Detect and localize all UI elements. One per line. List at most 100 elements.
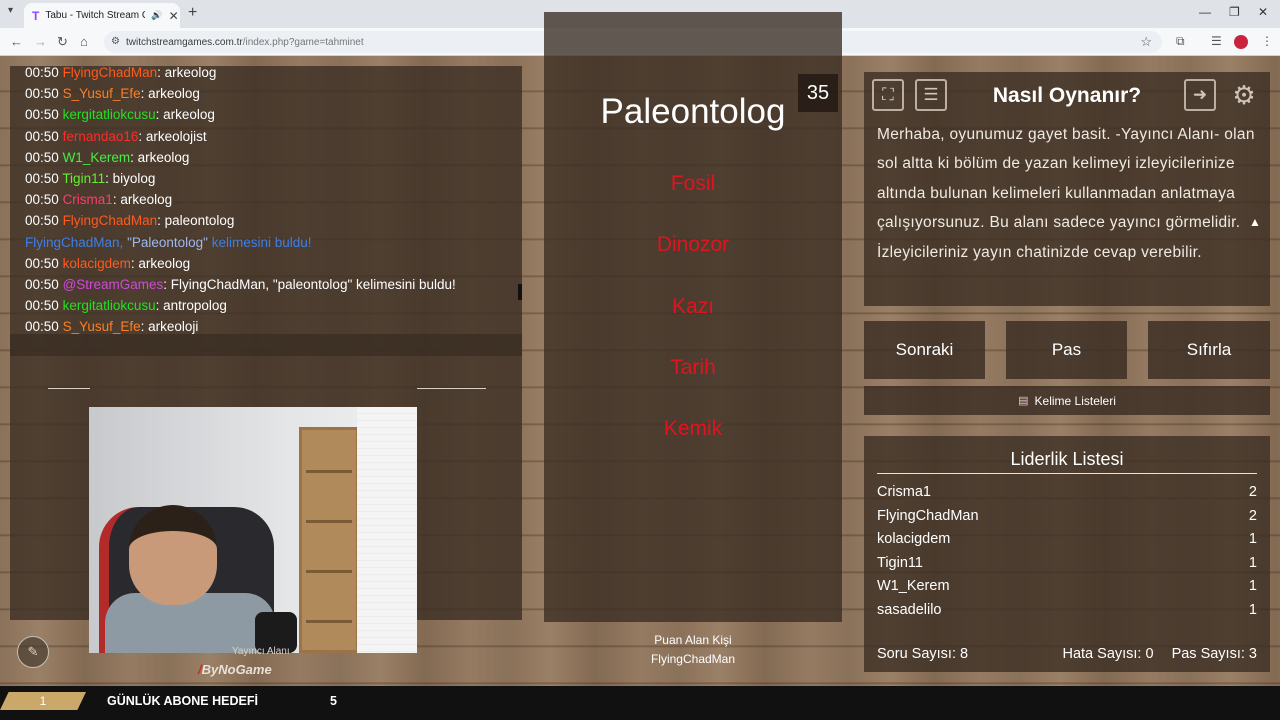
streamer-area-caption: Yayıncı Alanı [232,646,290,657]
profile-icon[interactable] [1234,35,1248,49]
notebook-icon: ▤ [1018,395,1029,407]
bookshelf [299,427,359,653]
pass-button[interactable]: Pas [1006,321,1127,379]
chat-username: @StreamGames [62,276,164,292]
target-word: Paleontolog [600,92,786,131]
new-tab-icon[interactable]: + [188,4,197,22]
chat-username: fernandao16 [62,128,139,144]
tab-search-icon[interactable]: ▾ [8,5,13,16]
chat-message: 00:50 kergitatliokcusu: antropolog [25,298,227,314]
tab-favicon-icon: T [32,8,40,23]
exit-icon[interactable]: ➜ [1184,79,1216,111]
url-path: /index.php?game=tahminet [242,36,364,48]
chat-message: 00:50 W1_Kerem: arkeolog [25,149,190,165]
browser-tab[interactable]: T Tabu - Twitch Stream Game 🔊 ✕ [24,3,180,28]
leaderboard-score: 1 [1248,554,1257,571]
audio-icon[interactable]: 🔊 [151,10,162,21]
leaderboard-name: W1_Kerem [877,578,950,595]
scorer-name: FlyingChadMan [650,652,736,666]
fullscreen-icon[interactable]: ⛶ [872,79,904,111]
url-domain: twitchstreamgames.com.tr [126,36,243,48]
chat-message: 00:50 fernandao16: arkeolojist [25,128,207,144]
chat-message: 00:50 FlyingChadMan: arkeolog [25,66,217,80]
leaderboard-name: kolacigdem [877,531,951,548]
leaderboard-row: Tigin11 1 [877,555,1257,578]
forbidden-word: Fosil [670,172,716,195]
leaderboard-title: Liderlik Listesi [1010,449,1124,469]
gear-icon[interactable]: ⚙ [1228,79,1260,111]
question-count: Soru Sayısı: 8 [877,646,969,662]
back-icon[interactable]: ← [10,34,23,49]
reload-icon[interactable]: ↻ [57,34,68,50]
site-info-icon[interactable]: ⚙ [111,36,120,47]
leaderboard-score: 1 [1248,602,1257,618]
reading-list-icon[interactable]: ☰ [1211,34,1222,48]
leaderboard-divider [877,473,1257,474]
chat-username: FlyingChadMan [62,213,158,229]
chat-system-message: FlyingChadMan, "Paleontolog" kelimesini … [25,234,312,250]
leaderboard-score: 1 [1248,578,1257,595]
leaderboard-name: FlyingChadMan [877,507,979,524]
bynogame-logo: /ByNoGame [198,662,272,677]
webcam-feed [89,407,417,653]
chat-message: 00:50 S_Yusuf_Efe: arkeolog [25,86,200,102]
chat-scrollbar[interactable] [518,284,522,300]
minimize-icon[interactable]: — [1199,5,1211,19]
star-icon[interactable]: ☆ [1140,34,1152,50]
tab-close-icon[interactable]: ✕ [169,9,179,23]
mouse-cursor-icon: ▲ [1249,215,1261,229]
stats-row: Soru Sayısı: 8 Hata Sayısı: 0 Pas Sayısı… [877,646,1257,662]
next-button[interactable]: Sonraki [864,321,985,379]
chat-message: 00:50 FlyingChadMan: paleontolog [25,213,235,229]
close-icon[interactable]: ✕ [1258,5,1268,19]
forbidden-word: Tarih [670,356,716,379]
leaderboard-score: 2 [1248,484,1257,500]
chat-username: FlyingChadMan [62,66,158,80]
leaderboard-name: Crisma1 [877,484,931,500]
chat-username: S_Yusuf_Efe [62,86,141,102]
pencil-icon[interactable]: ✎ [17,636,49,668]
word-lists-button[interactable]: ▤ Kelime Listeleri [864,386,1270,415]
goal-current: 1 [0,692,86,710]
pass-count: Pas Sayısı: 3 [1171,646,1257,662]
chat-message: 00:50 Tigin11: biyolog [25,170,156,186]
chat-username: Tigin11 [62,170,106,186]
divider-right [417,388,486,389]
menu-icon[interactable]: ⋮ [1261,34,1273,48]
scorer-label: Puan Alan Kişi [654,633,732,647]
chat-message: 00:50 kergitatliokcusu: arkeolog [25,107,215,123]
leaderboard-score: 2 [1248,507,1257,524]
chat-username: kergitatliokcusu [62,298,156,314]
extensions-icon[interactable]: ⧉ [1176,34,1185,49]
leaderboard-row: Crisma1 2 [877,484,1257,507]
forbidden-word: Kemik [663,417,723,440]
leaderboard-name: Tigin11 [877,554,923,571]
forbidden-word: Dinozor [656,233,730,256]
goal-label: GÜNLÜK ABONE HEDEFİ [107,694,258,708]
chat-username: kergitatliokcusu [62,107,156,123]
forward-icon[interactable]: → [34,34,47,49]
leaderboard-row: kolacigdem 1 [877,531,1257,554]
chat-message: 00:50 kolacigdem: arkeolog [25,255,191,271]
home-icon[interactable]: ⌂ [80,34,88,49]
leaderboard-name: sasadelilo [877,602,942,618]
leaderboard-row: FlyingChadMan 2 [877,508,1257,531]
divider-left [48,388,90,389]
leaderboard-row: sasadelilo 1 [877,602,1257,625]
leaderboard-row: W1_Kerem 1 [877,578,1257,601]
how-to-play-text: Merhaba, oyunumuz gayet basit. -Yayıncı … [877,126,1255,261]
streamer-face [129,505,217,605]
chat-message: 00:50 Crisma1: arkeolog [25,192,173,208]
chat-panel: 00:50 FlyingChadMan: arkeolog 00:50 S_Yus… [10,66,522,356]
forbidden-word: Kazı [671,295,715,318]
chat-username: S_Yusuf_Efe [62,319,141,335]
chat-username: W1_Kerem [62,149,131,165]
chat-username: kolacigdem [62,255,131,271]
tab-title: Tabu - Twitch Stream Game [45,10,145,21]
leaderboard-score: 1 [1248,531,1257,548]
reset-button[interactable]: Sıfırla [1148,321,1270,379]
maximize-icon[interactable]: ❐ [1229,5,1240,19]
notes-icon[interactable]: ☰ [915,79,947,111]
word-lists-label: Kelime Listeleri [1034,393,1116,408]
how-to-play-title: Nasıl Oynanır? [992,84,1142,107]
